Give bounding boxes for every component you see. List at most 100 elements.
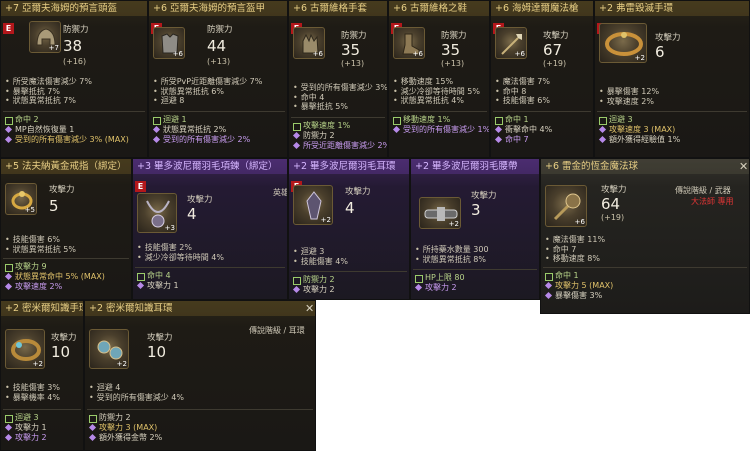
bracelet-icon: +2 xyxy=(599,23,647,63)
grade-tag: 傳說階級 / 武器 xyxy=(675,186,731,195)
item-name: +2 密米爾知識耳環 xyxy=(85,301,315,316)
stat-label: 攻擊力 xyxy=(471,191,497,201)
stat-label: 攻擊力 xyxy=(543,31,569,41)
item-tooltip-mimir-earring: +2 密米爾知識耳環 ✕ 傳說階級 / 耳環 +2 攻擊力 10 迴避 4受到的… xyxy=(84,300,316,451)
item-tooltip-boots: +6 古爾維格之鞋 E +6 防禦力 35 (+13) 移動速度 15%減少冷卻… xyxy=(388,0,490,158)
item-tooltip-bracelet: +2 弗雷毀滅手環 E +2 攻擊力 6 暴擊傷害 12%攻擊速度 2% 迴避 … xyxy=(594,0,750,158)
item-tooltip-spear: +6 海姆達爾魔法槍 E +6 攻擊力 67 (+19) 魔法傷害 7%命中 8… xyxy=(490,0,594,158)
item-name: +2 弗雷毀滅手環 xyxy=(595,1,749,16)
grade-badge: E xyxy=(135,181,146,192)
extra-stats: 命中 4 攻擊力 1 xyxy=(137,271,179,291)
magic-orb-icon: +6 xyxy=(545,185,587,227)
item-tooltip-armor: +6 亞爾夫海姆的預言盔甲 E +6 防禦力 44 (+13) 所受PvP近距離… xyxy=(148,0,288,158)
belt-icon: +2 xyxy=(419,197,461,229)
extra-stats: 移動速度 1% 受到的所有傷害減少 1% xyxy=(393,115,489,135)
ring-icon: +5 xyxy=(5,183,37,215)
bracelet-icon: +2 xyxy=(5,329,45,369)
armor-icon: +6 xyxy=(153,27,185,59)
item-name: +6 古爾維格手套 xyxy=(289,1,387,16)
base-stats: 技能傷害 2%減少冷卻等待時間 4% xyxy=(137,243,224,262)
base-stats: 受到的所有傷害減少 3%命中 4暴擊抵抗 5% xyxy=(293,83,387,112)
stat-label: 攻擊力 xyxy=(147,333,173,343)
necklace-icon: +3 xyxy=(137,193,177,233)
spear-icon: +6 xyxy=(495,27,527,59)
extra-stats: HP上限 80 攻擊力 2 xyxy=(415,273,465,293)
extra-stats: 迴避 3 攻擊速度 3 (MAX) 額外獲得經驗值 1% xyxy=(599,115,680,145)
item-name: +6 古爾維格之鞋 xyxy=(389,1,489,16)
close-icon[interactable]: ✕ xyxy=(305,302,314,315)
item-name: +2 密米爾知識手環 xyxy=(1,301,83,316)
extra-stats: 命中 2 MP自然恢復量 1 受到的所有傷害減少 3% (MAX) xyxy=(5,115,129,145)
item-name: +2 畢多波尼爾羽毛耳環 xyxy=(289,159,409,174)
stat-value: 5 xyxy=(49,197,59,215)
base-stats: 魔法傷害 7%命中 8技能傷害 6% xyxy=(495,77,550,106)
base-stats: 所受魔法傷害減少 7%暴擊抵抗 7%狀態異常抵抗 7% xyxy=(5,77,92,106)
stat-label: 防禦力 xyxy=(441,31,467,41)
stat-label: 攻擊力 xyxy=(187,195,213,205)
boots-icon: +6 xyxy=(393,27,425,59)
stat-value: 44 xyxy=(207,37,227,55)
stat-label: 攻擊力 xyxy=(345,187,371,197)
extra-stats: 攻擊力 9 狀態異常命中 5% (MAX) 攻擊速度 2% xyxy=(5,262,105,292)
stat-value: 64 xyxy=(601,195,621,213)
item-tooltip-necklace: +3 畢多波尼爾羽毛項鍊（綁定） E 英雄 +3 攻擊力 4 技能傷害 2%減少… xyxy=(132,158,288,300)
stat-label: 攻擊力 xyxy=(655,33,681,43)
base-stats: 移動速度 15%減少冷卻等待時間 5%狀態異常抵抗 4% xyxy=(393,77,480,106)
item-name: +6 海姆達爾魔法槍 xyxy=(491,1,593,16)
item-name: +6 亞爾夫海姆的預言盔甲 xyxy=(149,1,287,16)
stat-label: 攻擊力 xyxy=(601,185,627,195)
grade-badge: E xyxy=(3,23,14,34)
item-tooltip-ring: +5 法夫納黃金戒指（綁定） +5 攻擊力 5 技能傷害 6%狀態異常抵抗 5%… xyxy=(0,158,132,300)
earring-icon: +2 xyxy=(89,329,129,369)
class-restriction: 大法師 專用 xyxy=(691,197,734,206)
item-tooltip-earring: +2 畢多波尼爾羽毛耳環 E +2 攻擊力 4 迴避 3技能傷害 4% 防禦力 … xyxy=(288,158,410,300)
stat-bonus: (+13) xyxy=(441,59,465,68)
item-name: +6 雷金的恆金魔法球 xyxy=(541,159,749,174)
stat-value: 35 xyxy=(341,41,361,59)
stat-value: 6 xyxy=(655,43,665,61)
stat-bonus: (+13) xyxy=(207,57,231,66)
stat-label: 攻擊力 xyxy=(49,185,75,195)
stat-label: 防禦力 xyxy=(63,25,89,35)
grade-tag: 英雄 xyxy=(273,188,288,197)
stat-bonus: (+13) xyxy=(341,59,365,68)
stat-bonus: (+19) xyxy=(543,59,567,68)
item-tooltip-gloves: +6 古爾維格手套 E +6 防禦力 35 (+13) 受到的所有傷害減少 3%… xyxy=(288,0,388,158)
base-stats: 所受PvP近距離傷害減少 7%狀態異常抵抗 6%迴避 8 xyxy=(153,77,263,106)
stat-value: 4 xyxy=(187,205,197,223)
stat-label: 攻擊力 xyxy=(51,333,77,343)
earring-icon: +2 xyxy=(293,185,333,225)
base-stats: 暴擊傷害 12%攻擊速度 2% xyxy=(599,87,659,106)
item-tooltip-belt: +2 畢多波尼爾羽毛腰帶 +2 攻擊力 3 所持藥水數量 300狀態異常抵抗 8… xyxy=(410,158,540,300)
stat-label: 防禦力 xyxy=(341,31,367,41)
item-name: +5 法夫納黃金戒指（綁定） xyxy=(1,159,131,174)
item-name: +3 畢多波尼爾羽毛項鍊（綁定） xyxy=(133,159,287,174)
item-tooltip-helmet: +7 亞爾夫海姆的預言頭盔 E +7 防禦力 38 (+16) 所受魔法傷害減少… xyxy=(0,0,148,158)
grade-tag: 傳說階級 / 耳環 xyxy=(249,326,305,335)
stat-label: 防禦力 xyxy=(207,25,233,35)
base-stats: 所持藥水數量 300狀態異常抵抗 8% xyxy=(415,245,489,264)
item-name: +2 畢多波尼爾羽毛腰帶 xyxy=(411,159,539,174)
close-icon[interactable]: ✕ xyxy=(739,160,748,173)
extra-stats: 命中 1 攻擊力 5 (MAX) 暴擊傷害 3% xyxy=(545,271,613,301)
base-stats: 技能傷害 3%暴擊機率 4% xyxy=(5,383,60,402)
extra-stats: 迴避 3 攻擊力 1 攻擊力 2 xyxy=(5,413,47,443)
item-tooltip-orb: +6 雷金的恆金魔法球 ✕ 傳說階級 / 武器 大法師 專用 +6 攻擊力 64… xyxy=(540,158,750,314)
extra-stats: 攻擊速度 1% 防禦力 2 所受近距離傷害減少 2% xyxy=(293,121,387,151)
extra-stats: 迴避 1 狀態異常抵抗 2% 受到的所有傷害減少 2% xyxy=(153,115,250,145)
item-name: +7 亞爾夫海姆的預言頭盔 xyxy=(1,1,147,16)
stat-bonus: (+16) xyxy=(63,57,87,66)
helmet-icon: +7 xyxy=(29,21,61,53)
item-tooltip-mimir-bracelet: +2 密米爾知識手環 +2 攻擊力 10 技能傷害 3%暴擊機率 4% 迴避 3… xyxy=(0,300,84,451)
stat-value: 10 xyxy=(147,343,167,361)
stat-value: 4 xyxy=(345,199,355,217)
base-stats: 迴避 3技能傷害 4% xyxy=(293,247,348,266)
stat-value: 3 xyxy=(471,201,481,219)
gloves-icon: +6 xyxy=(293,27,325,59)
extra-stats: 防禦力 2 攻擊力 3 (MAX) 額外獲得金幣 2% xyxy=(89,413,162,443)
base-stats: 魔法傷害 11%命中 7移動速度 8% xyxy=(545,235,605,264)
stat-value: 38 xyxy=(63,37,83,55)
stat-value: 35 xyxy=(441,41,461,59)
base-stats: 迴避 4受到的所有傷害減少 4% xyxy=(89,383,184,402)
extra-stats: 命中 1 衝擊命中 4% 命中 7 xyxy=(495,115,552,145)
